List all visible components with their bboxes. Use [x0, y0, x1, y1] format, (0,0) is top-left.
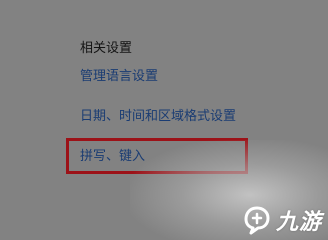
section-title: 相关设置 [80, 41, 133, 56]
watermark: 九游 [242, 204, 322, 236]
highlight-box [66, 138, 248, 174]
manage-language-settings-link[interactable]: 管理语言设置 [80, 68, 158, 86]
jiuyou-logo-icon [244, 206, 270, 235]
related-settings-panel: 相关设置 管理语言设置 日期、时间和区域格式设置 拼写、键入 九游 [0, 0, 328, 240]
watermark-text: 九游 [275, 210, 322, 235]
date-time-region-settings-link[interactable]: 日期、时间和区域格式设置 [80, 108, 236, 126]
